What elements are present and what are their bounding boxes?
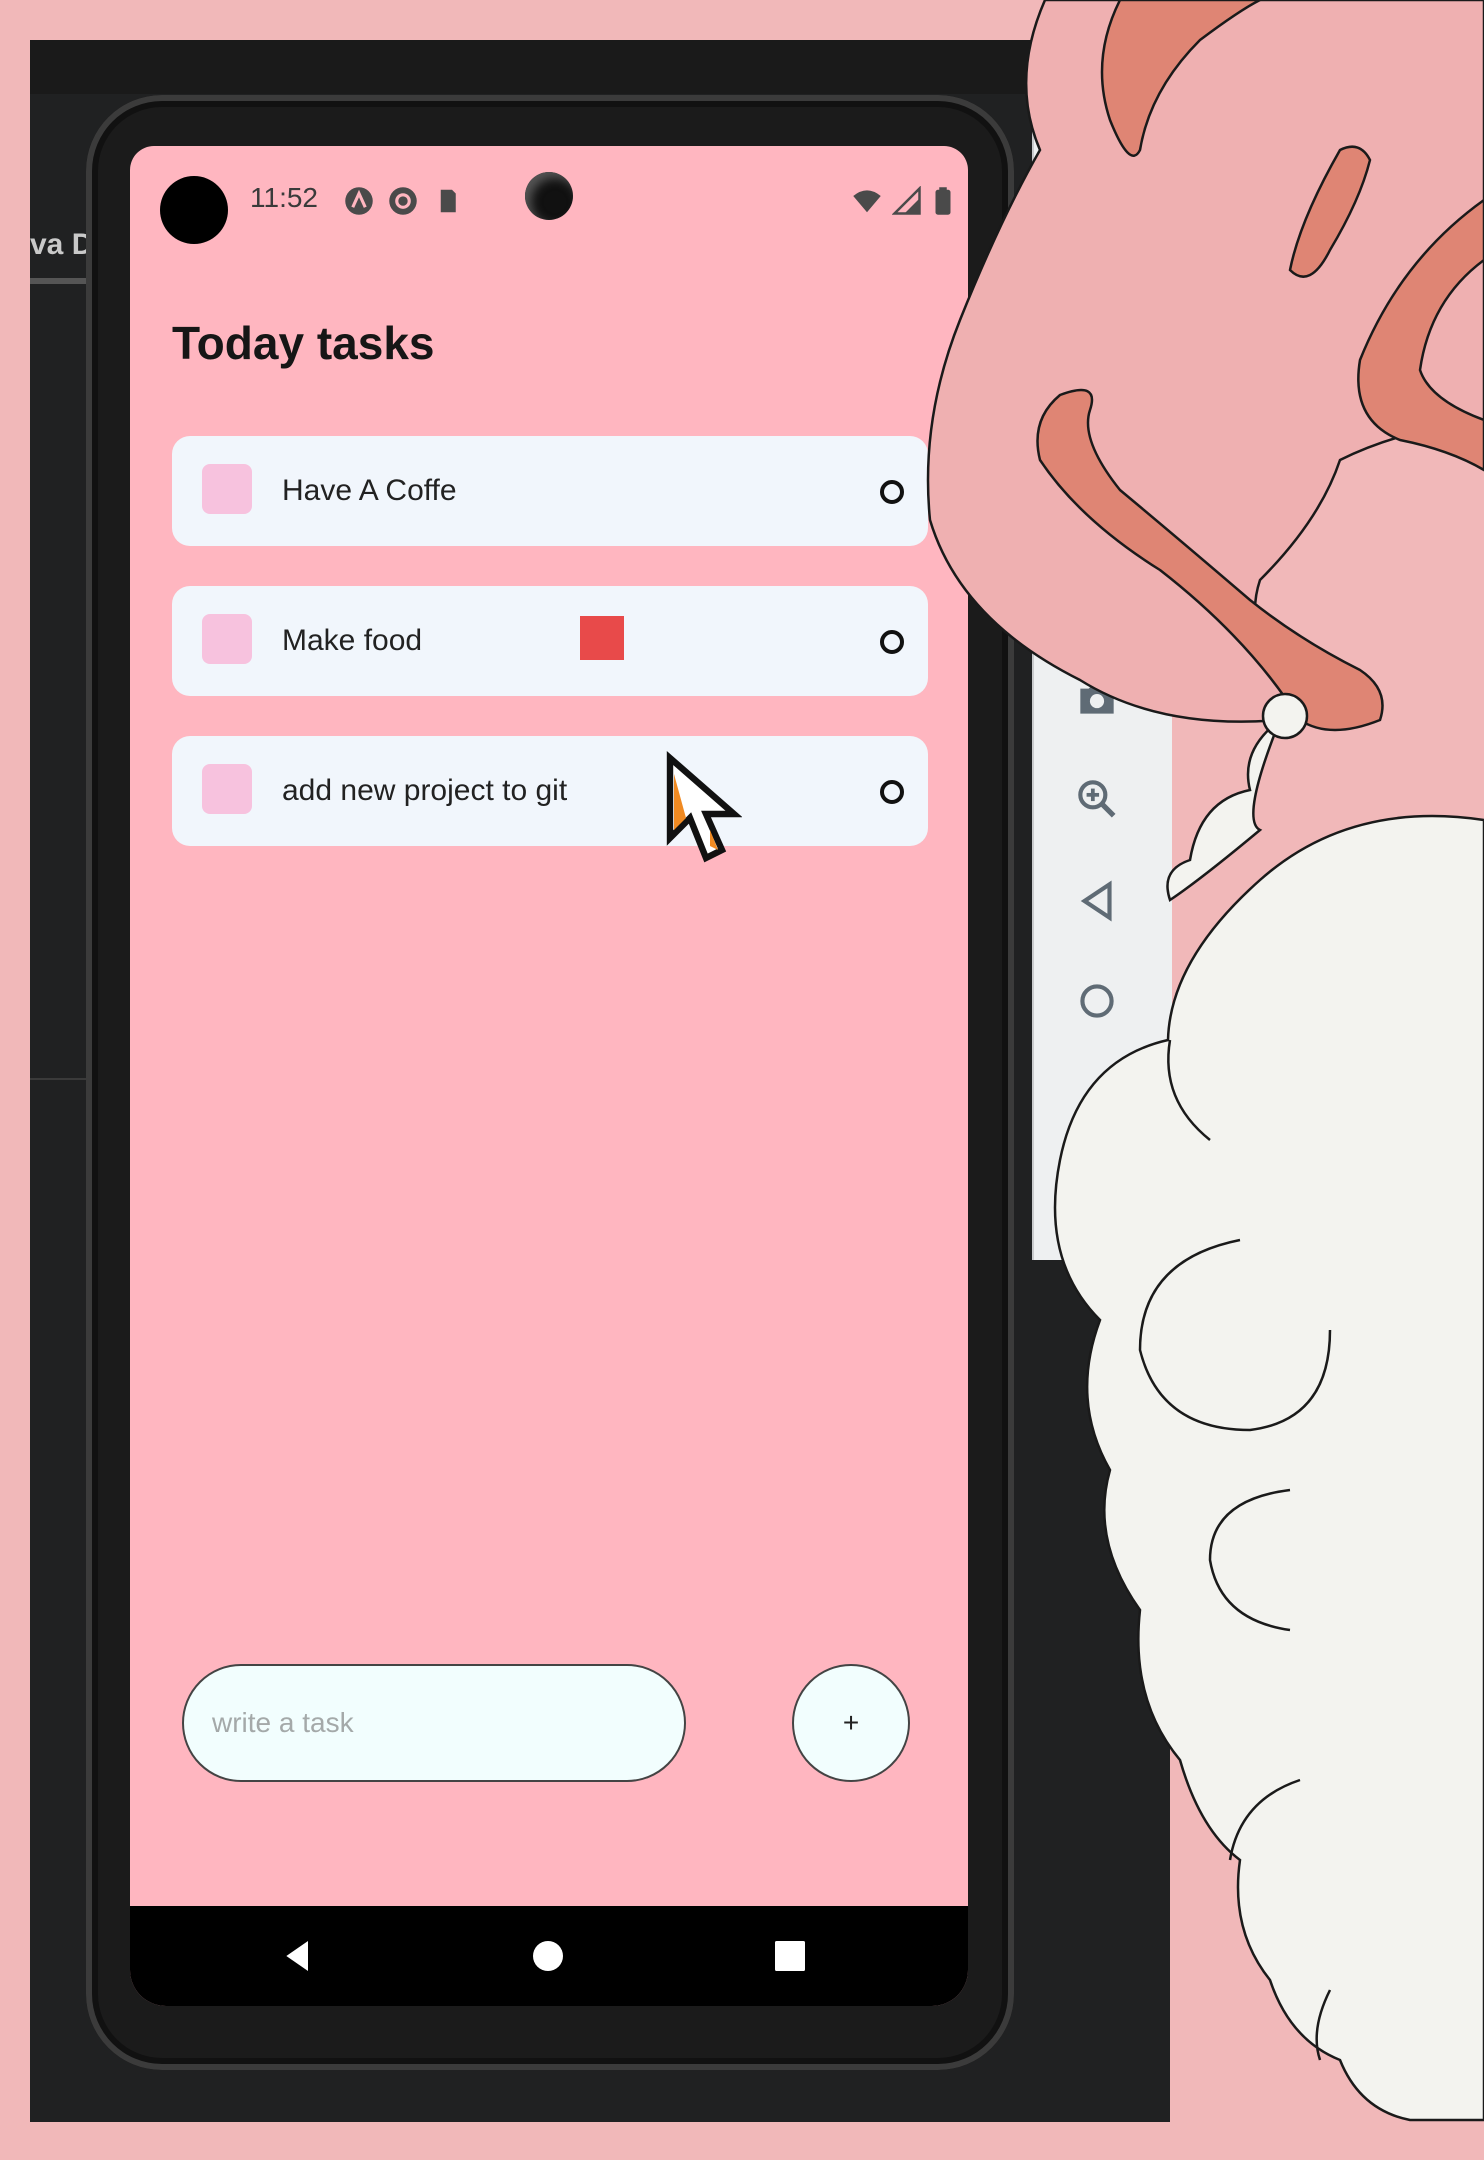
signal-icon [892, 186, 921, 215]
ide-divider [30, 1078, 86, 1080]
wifi-icon [853, 190, 881, 213]
task-checkbox[interactable] [202, 764, 252, 814]
nav-back-icon[interactable] [278, 1936, 318, 1976]
task-item[interactable]: Make food [172, 586, 928, 696]
delete-task-circle-icon[interactable] [880, 780, 904, 804]
status-right-icons [852, 186, 954, 216]
home-icon[interactable] [1062, 966, 1132, 1036]
delete-task-circle-icon[interactable] [880, 630, 904, 654]
notification-a-icon [345, 187, 373, 215]
task-item[interactable]: add new project to git [172, 736, 928, 846]
notification-p-icon [389, 187, 417, 215]
zoom-icon[interactable] [1062, 764, 1132, 834]
red-square-marker [580, 616, 624, 660]
sd-card-icon [440, 189, 456, 213]
status-bar: 11:52 [130, 146, 968, 246]
task-label: Have A Coffe [282, 474, 457, 507]
front-camera [525, 172, 573, 220]
task-input[interactable] [182, 1664, 686, 1782]
app-screen: 11:52 Today tasks Have A Coffe Make food… [130, 146, 968, 2006]
battery-icon [935, 187, 951, 215]
add-task-button[interactable]: + [792, 1664, 910, 1782]
task-checkbox[interactable] [202, 464, 252, 514]
task-label: Make food [282, 624, 423, 657]
nav-home-icon[interactable] [528, 1936, 568, 1976]
system-nav-bar [130, 1906, 968, 2006]
nav-recents-icon[interactable] [770, 1936, 810, 1976]
status-time: 11:52 [250, 182, 318, 213]
task-item[interactable]: Have A Coffe [172, 436, 928, 546]
task-checkbox[interactable] [202, 614, 252, 664]
ide-editor-tab[interactable]: va D [30, 228, 93, 262]
back-icon[interactable] [1062, 866, 1132, 936]
mouse-cursor-icon [666, 750, 742, 863]
ide-toolbar [30, 40, 1170, 94]
delete-task-circle-icon[interactable] [880, 480, 904, 504]
ide-tab-indicator [30, 278, 86, 284]
camera-icon[interactable] [1062, 664, 1132, 734]
page-title: Today tasks [172, 317, 435, 369]
task-label: add new project to git [282, 774, 568, 807]
avatar [160, 176, 228, 244]
